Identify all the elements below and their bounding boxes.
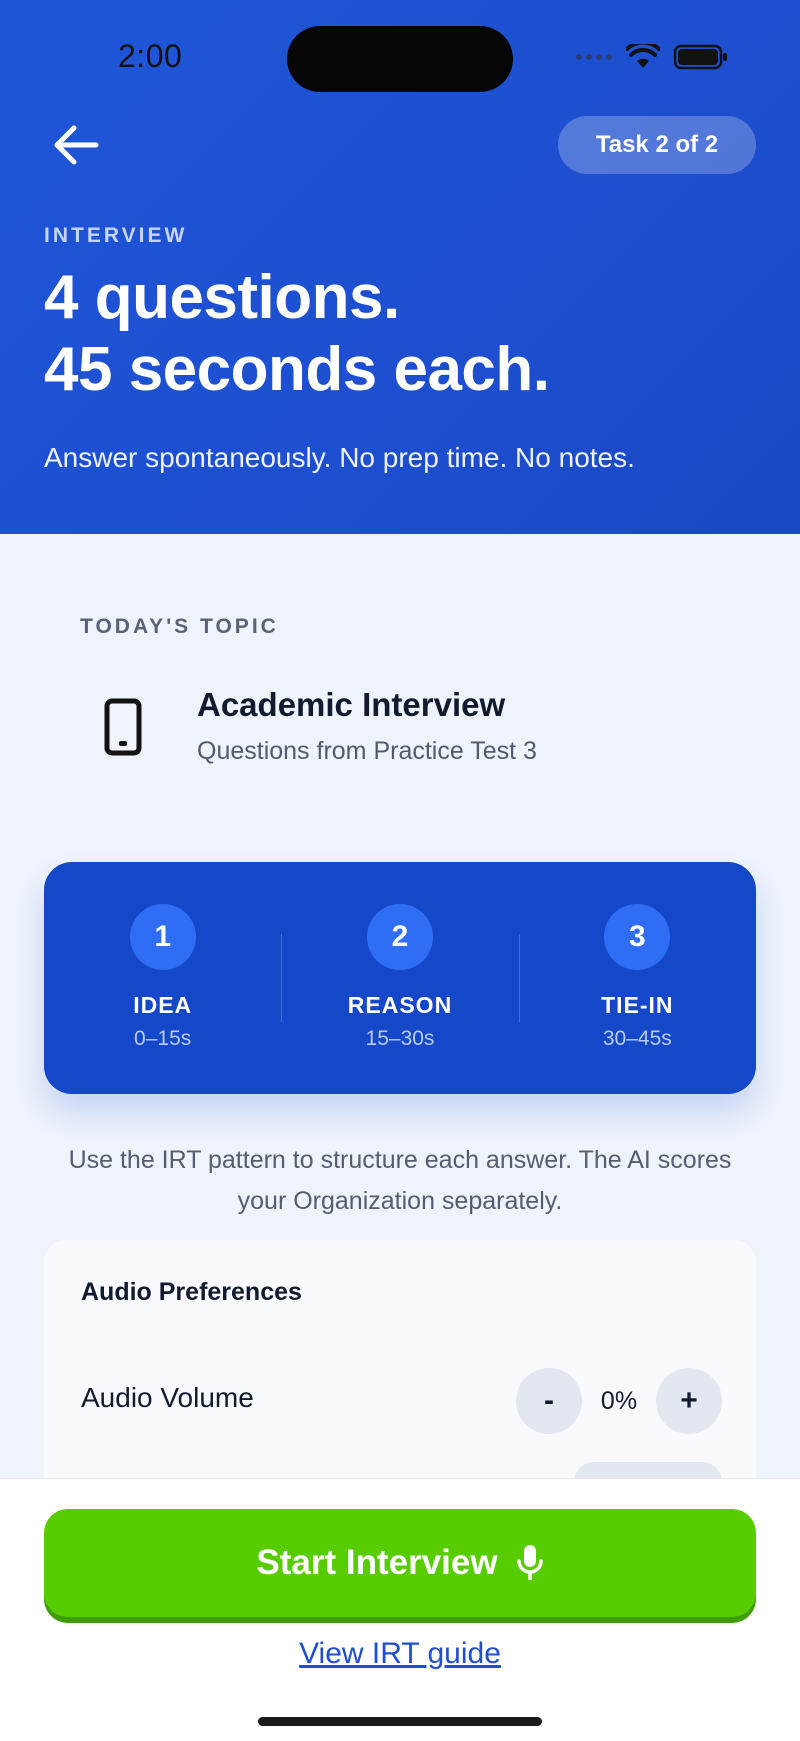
page-subtitle: Answer spontaneously. No prep time. No n… xyxy=(44,442,635,473)
irt-note: Use the IRT pattern to structure each an… xyxy=(68,1146,732,1215)
irt-step-name: REASON xyxy=(347,992,453,1018)
view-irt-guide-link[interactable]: View IRT guide xyxy=(0,1637,800,1671)
status-icons xyxy=(576,44,728,70)
irt-step-time: 30–45s xyxy=(602,1027,672,1050)
microphone-icon xyxy=(516,1545,543,1580)
battery-icon xyxy=(674,44,727,70)
page-title: 4 questions. 45 seconds each. xyxy=(44,262,550,406)
irt-step-name: IDEA xyxy=(133,992,193,1018)
wifi-icon xyxy=(626,44,660,68)
irt-step-tie-in: 3 TIE-IN 30–45s xyxy=(518,862,756,1094)
irt-step-number: 1 xyxy=(129,904,196,970)
start-interview-button[interactable]: Start Interview xyxy=(44,1509,756,1617)
irt-step-time: 15–30s xyxy=(365,1027,435,1050)
irt-step-reason: 2 REASON 15–30s xyxy=(281,862,518,1094)
home-indicator xyxy=(258,1717,542,1726)
section-eyebrow: INTERVIEW xyxy=(44,224,188,247)
irt-step-number: 2 xyxy=(366,904,433,970)
irt-step-number: 3 xyxy=(604,904,671,970)
irt-step-idea: 1 IDEA 0–15s xyxy=(44,862,281,1094)
headline-line-2: 45 seconds each. xyxy=(44,335,550,404)
phone-icon xyxy=(104,698,142,756)
irt-pattern-card: 1 IDEA 0–15s 2 REASON 15–30s 3 TIE-IN 30… xyxy=(44,862,756,1094)
status-time: 2:00 xyxy=(118,38,183,74)
footer: Start Interview View IRT guide xyxy=(0,1478,800,1741)
audio-preferences-card: Audio Preferences Audio Volume - 0% + xyxy=(44,1240,756,1502)
volume-increase-button[interactable]: + xyxy=(656,1368,722,1434)
dynamic-island xyxy=(287,26,513,92)
volume-decrease-button[interactable]: - xyxy=(516,1368,582,1434)
irt-step-name: TIE-IN xyxy=(601,992,674,1018)
volume-stepper: - 0% + xyxy=(516,1368,722,1434)
audio-volume-label: Audio Volume xyxy=(81,1382,254,1413)
header: 2:00 Task 2 of 2 INTERVIEW 4 questions. … xyxy=(0,0,800,534)
volume-value: 0% xyxy=(600,1386,638,1415)
arrow-left-icon xyxy=(54,125,99,165)
irt-step-time: 0–15s xyxy=(134,1027,192,1050)
topic-label: TODAY'S TOPIC xyxy=(80,615,279,638)
back-button[interactable] xyxy=(46,118,106,172)
topic-title: Academic Interview xyxy=(197,686,506,723)
headline-line-1: 4 questions. xyxy=(44,263,400,332)
cellular-signal-icon xyxy=(576,54,612,60)
task-progress-pill: Task 2 of 2 xyxy=(558,116,756,174)
start-interview-label: Start Interview xyxy=(256,1543,498,1582)
audio-preferences-title: Audio Preferences xyxy=(81,1278,302,1306)
topic-subtitle: Questions from Practice Test 3 xyxy=(197,737,537,765)
